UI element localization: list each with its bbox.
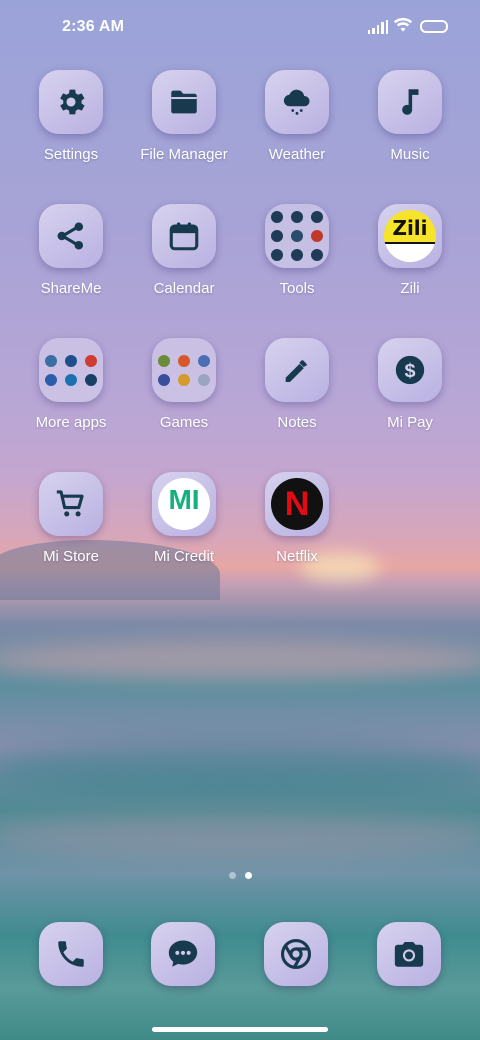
app-calendar[interactable]: Calendar xyxy=(129,204,239,314)
phone-icon xyxy=(58,941,84,967)
app-mi-pay[interactable]: $ Mi Pay xyxy=(355,338,465,448)
app-label: Netflix xyxy=(276,548,318,565)
page-dot[interactable] xyxy=(229,872,236,879)
folder-mini-app-icon xyxy=(65,373,77,386)
svg-text:$: $ xyxy=(404,360,415,382)
dock-messages[interactable] xyxy=(151,922,215,986)
app-label: File Manager xyxy=(140,146,228,163)
app-more-apps[interactable]: More apps xyxy=(16,338,126,448)
folder-mini-app-icon xyxy=(291,230,303,242)
music-note-icon xyxy=(378,70,442,134)
app-label: ShareMe xyxy=(40,280,102,297)
folder-mini-app-icon xyxy=(271,249,283,261)
app-label: Weather xyxy=(268,146,326,163)
background-wave xyxy=(0,740,480,800)
app-settings[interactable]: Settings xyxy=(16,70,126,180)
dock-chrome[interactable] xyxy=(264,922,328,986)
folder-mini-app-icon xyxy=(85,354,97,367)
folder-mini-app-icon xyxy=(85,373,97,386)
app-label: Mi Pay xyxy=(387,414,433,431)
app-notes[interactable]: Notes xyxy=(242,338,352,448)
wifi-icon xyxy=(393,17,413,32)
app-file-manager[interactable]: File Manager xyxy=(129,70,239,180)
folder-mini-app-icon xyxy=(158,373,170,386)
status-time: 2:36 AM xyxy=(62,18,125,35)
background-wave xyxy=(0,640,480,680)
folder-mini-app-icon xyxy=(178,354,190,367)
status-bar: 2:36 AM xyxy=(0,0,480,56)
folder-mini-app-icon xyxy=(65,354,77,367)
zili-logo-icon: Zili xyxy=(378,204,442,268)
app-mi-store[interactable]: Mi Store xyxy=(16,472,126,582)
dock-camera[interactable] xyxy=(377,922,441,986)
share-icon xyxy=(39,204,103,268)
folder-mini-app-icon xyxy=(291,211,303,223)
folder-mini-app-icon xyxy=(311,211,323,223)
mi-credit-logo-text: MI xyxy=(168,484,200,515)
cart-icon xyxy=(39,472,103,536)
folder-mini-app-icon xyxy=(198,354,210,367)
app-label: Tools xyxy=(279,280,315,297)
app-label: Settings xyxy=(43,146,99,163)
dock-phone[interactable] xyxy=(39,922,103,986)
app-label: Notes xyxy=(277,414,317,431)
signal-icon xyxy=(368,20,389,34)
folder-mini-app-icon xyxy=(311,230,323,242)
app-zili[interactable]: Zili Zili xyxy=(355,204,465,314)
app-music[interactable]: Music xyxy=(355,70,465,180)
mi-credit-logo-icon: MI xyxy=(152,472,216,536)
app-label: Mi Credit xyxy=(153,548,214,565)
app-weather[interactable]: Weather xyxy=(242,70,352,180)
app-label: More apps xyxy=(35,414,107,431)
folder-mini-app-icon xyxy=(45,373,57,386)
page-dot-active[interactable] xyxy=(245,872,252,879)
dollar-coin-icon: $ xyxy=(378,338,442,402)
app-mi-credit[interactable]: MI Mi Credit xyxy=(129,472,239,582)
background-wave xyxy=(0,810,480,860)
app-netflix[interactable]: N Netflix xyxy=(242,472,352,582)
netflix-logo-text: N xyxy=(284,484,310,523)
app-label: Music xyxy=(390,146,430,163)
pencil-icon xyxy=(265,338,329,402)
folder-mini-app-icon xyxy=(45,354,57,367)
chrome-icon xyxy=(280,938,312,970)
folder-mini-app-icon xyxy=(198,373,210,386)
folder-mini-app-icon xyxy=(311,249,323,261)
folder-mini-app-icon xyxy=(178,373,190,386)
app-shareme[interactable]: ShareMe xyxy=(16,204,126,314)
more-apps-folder-icon xyxy=(39,338,103,402)
zili-logo-text: Zili xyxy=(392,216,428,240)
gear-icon xyxy=(39,70,103,134)
folder-mini-app-icon xyxy=(291,249,303,261)
messages-icon xyxy=(168,940,198,967)
folder-icon xyxy=(152,70,216,134)
games-folder-icon xyxy=(152,338,216,402)
app-label: Mi Store xyxy=(43,548,99,565)
app-games[interactable]: Games xyxy=(129,338,239,448)
calendar-icon xyxy=(152,204,216,268)
tools-folder-icon xyxy=(265,204,329,268)
cloud-rain-icon xyxy=(265,70,329,134)
app-label: Calendar xyxy=(153,280,215,297)
home-indicator[interactable] xyxy=(152,1027,328,1032)
page-indicator xyxy=(229,872,253,880)
folder-mini-app-icon xyxy=(158,354,170,367)
battery-icon xyxy=(420,20,448,33)
netflix-logo-icon: N xyxy=(265,472,329,536)
folder-mini-app-icon xyxy=(271,211,283,223)
app-label: Games xyxy=(159,414,209,431)
folder-mini-app-icon xyxy=(271,230,283,242)
camera-icon xyxy=(394,941,424,967)
app-tools[interactable]: Tools xyxy=(242,204,352,314)
app-label: Zili xyxy=(400,280,420,297)
